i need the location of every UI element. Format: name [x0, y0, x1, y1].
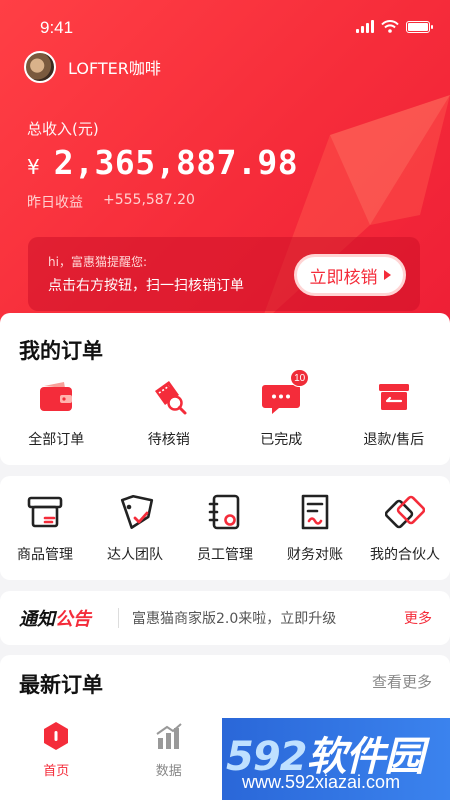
shop-profile[interactable]: LOFTER咖啡	[24, 51, 161, 83]
my-orders-title: 我的订单	[19, 339, 103, 363]
reminder-instruction: 点击右方按钮，扫一扫核销订单	[48, 278, 244, 294]
notice-text[interactable]: 富惠猫商家版2.0来啦，立即升级	[132, 608, 336, 628]
order-refund-label: 退款/售后	[363, 432, 425, 448]
header-panel: 9:41 LOFTER咖啡 总收入(元) ¥ 2,365,887.98 昨日收益…	[0, 0, 450, 330]
verify-now-label: 立即核销	[309, 267, 378, 288]
wallet-icon	[40, 382, 73, 411]
order-pending[interactable]: 待核销	[113, 377, 226, 449]
signal-icon	[356, 20, 374, 33]
ticket-search-icon	[154, 381, 187, 415]
tab-data-label: 数据	[155, 764, 182, 779]
order-status-grid: 全部订单 待核销 10 已完成 退款/售后	[0, 369, 450, 449]
tool-finance-label: 财务对账	[287, 547, 343, 563]
tool-staff-management[interactable]: 员工管理	[180, 492, 270, 564]
tab-data[interactable]: 数据	[113, 712, 226, 800]
home-hexagon-icon	[44, 722, 69, 750]
yesterday-value: +555,587.20	[103, 192, 195, 208]
verify-now-button[interactable]: 立即核销	[294, 254, 406, 296]
notice-logo: 通知公告	[19, 605, 91, 631]
notice-divider	[118, 608, 119, 628]
watermark-url: www.592xiazai.com	[242, 772, 401, 792]
my-orders-card: 我的订单 全部订单 待核销 10 已完成 退款/售后	[0, 313, 450, 465]
order-refund[interactable]: 退款/售后	[338, 377, 450, 449]
order-all-label: 全部订单	[28, 432, 85, 448]
order-pending-label: 待核销	[147, 432, 190, 448]
income-value: 2,365,887.98	[53, 143, 299, 182]
bar-chart-icon	[156, 723, 182, 749]
battery-icon	[406, 20, 433, 33]
tools-grid: 商品管理 达人团队 员工管理 财务对账 我的合伙人	[0, 492, 450, 564]
tool-staff-label: 员工管理	[197, 547, 253, 563]
tool-product-label: 商品管理	[17, 547, 73, 563]
latest-orders-title: 最新订单	[19, 673, 103, 697]
chat-bubble-icon-wrap: 10	[261, 369, 310, 417]
tool-partners[interactable]: 我的合伙人	[360, 492, 450, 564]
box-return-icon	[378, 384, 409, 410]
notice-bar[interactable]: 通知公告 富惠猫商家版2.0来啦，立即升级 更多	[0, 591, 450, 645]
order-completed-label: 已完成	[260, 432, 303, 448]
currency-symbol: ¥	[27, 155, 40, 179]
yesterday-label: 昨日收益	[27, 195, 83, 211]
notice-logo-b: 公告	[55, 609, 91, 630]
order-all[interactable]: 全部订单	[0, 377, 113, 449]
notice-more-link[interactable]: 更多	[404, 608, 432, 628]
view-more-link[interactable]: 查看更多	[372, 671, 432, 692]
tag-check-icon	[120, 494, 154, 529]
site-watermark: 592软件园 www.592xiazai.com	[222, 718, 450, 800]
tools-card: 商品管理 达人团队 员工管理 财务对账 我的合伙人	[0, 476, 450, 580]
yesterday-earnings: 昨日收益 +555,587.20	[27, 192, 195, 212]
status-bar: 9:41	[0, 0, 450, 52]
shop-name: LOFTER咖啡	[68, 59, 161, 78]
handshake-cards-icon	[385, 495, 425, 529]
income-amount: ¥ 2,365,887.98	[27, 143, 298, 182]
tool-influencer-team[interactable]: 达人团队	[90, 492, 180, 564]
reminder-greeting: hi，富惠猫提醒您:	[48, 255, 147, 269]
completed-count-badge: 10	[290, 369, 310, 387]
status-icons	[356, 20, 433, 33]
tool-partners-label: 我的合伙人	[370, 547, 440, 563]
notice-logo-a: 通知	[19, 609, 55, 630]
wifi-icon	[381, 20, 399, 33]
document-icon	[301, 494, 329, 530]
tool-influencer-label: 达人团队	[107, 547, 163, 563]
status-time: 9:41	[40, 18, 74, 37]
notebook-user-icon	[208, 494, 240, 530]
tool-finance[interactable]: 财务对账	[270, 492, 360, 564]
tool-product-management[interactable]: 商品管理	[0, 492, 90, 564]
order-completed[interactable]: 10 已完成	[225, 369, 338, 449]
register-icon	[27, 496, 63, 528]
income-label: 总收入(元)	[27, 120, 99, 138]
tab-home[interactable]: 首页	[0, 712, 113, 800]
avatar[interactable]	[24, 51, 56, 83]
verify-reminder-banner: hi，富惠猫提醒您: 点击右方按钮，扫一扫核销订单 立即核销	[28, 237, 420, 311]
play-arrow-icon	[383, 270, 391, 280]
tab-home-label: 首页	[43, 764, 70, 779]
